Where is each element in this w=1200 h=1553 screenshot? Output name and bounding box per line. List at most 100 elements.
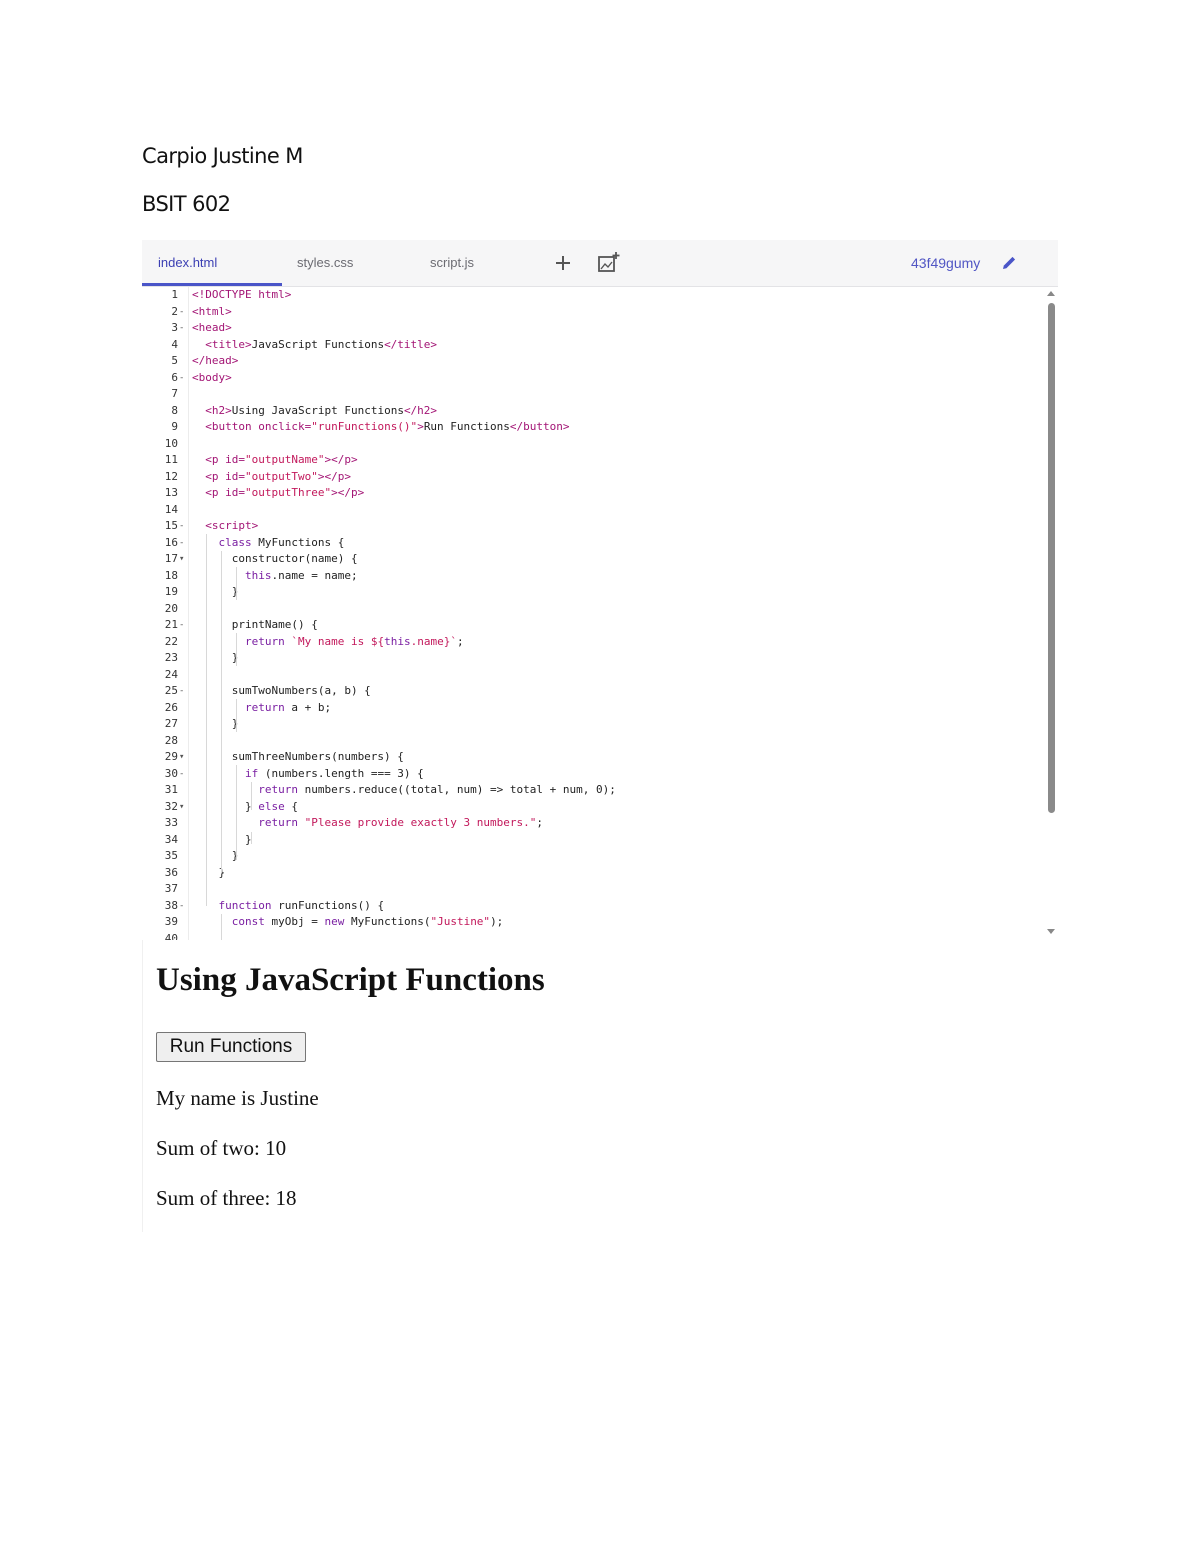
- code-line[interactable]: 39 const myObj = new MyFunctions("Justin…: [142, 914, 1042, 931]
- code-line[interactable]: 10: [142, 436, 1042, 453]
- line-number: 32: [164, 799, 178, 813]
- fold-toggle-icon[interactable]: ▾: [179, 799, 184, 816]
- indent-guide: [251, 832, 252, 844]
- code-line[interactable]: 38- function runFunctions() {: [142, 898, 1042, 915]
- scrollbar-thumb[interactable]: [1048, 303, 1055, 813]
- code-line[interactable]: 22 return `My name is ${this.name}`;: [142, 634, 1042, 651]
- output-two: Sum of two: 10: [156, 1136, 287, 1160]
- fold-toggle-icon[interactable]: -: [179, 766, 184, 783]
- indent-guide: [236, 699, 237, 732]
- fold-toggle-icon[interactable]: ▾: [179, 749, 184, 766]
- line-number: 11: [164, 453, 178, 466]
- tab-script-js[interactable]: script.js: [430, 240, 474, 286]
- plus-icon[interactable]: [550, 250, 576, 276]
- code-line[interactable]: 31 return numbers.reduce((total, num) =>…: [142, 782, 1042, 799]
- code-text: <p id="outputThree"></p>: [205, 486, 365, 499]
- code-line[interactable]: 26 return a + b;: [142, 700, 1042, 717]
- line-number: 9: [171, 420, 178, 433]
- indent-guide: [221, 551, 222, 873]
- fold-toggle-icon[interactable]: -: [179, 370, 184, 387]
- code-line[interactable]: 21- printName() {: [142, 617, 1042, 634]
- line-number: 8: [171, 403, 178, 417]
- code-area[interactable]: 1 <!DOCTYPE html> 2- <html> 3- <head> 4 <title…: [142, 287, 1058, 940]
- code-line[interactable]: 30- if (numbers.length === 3) {: [142, 766, 1042, 783]
- fold-toggle-icon[interactable]: -: [179, 617, 184, 634]
- line-number: 27: [164, 717, 178, 730]
- indent-guide: [206, 534, 207, 906]
- code-line[interactable]: 16- class MyFunctions {: [142, 535, 1042, 552]
- line-number: 36: [164, 865, 178, 879]
- code-line[interactable]: 35 }: [142, 848, 1042, 865]
- line-number: 29: [164, 750, 178, 763]
- code-line[interactable]: 3- <head>: [142, 320, 1042, 337]
- pencil-icon[interactable]: [1000, 254, 1018, 272]
- code-line[interactable]: 32 ▾ } else {: [142, 799, 1042, 816]
- code-line[interactable]: 18 this.name = name;: [142, 568, 1042, 585]
- line-number: 37: [164, 882, 178, 895]
- line-number: 5: [171, 354, 178, 367]
- code-line[interactable]: 7: [142, 386, 1042, 403]
- code-line[interactable]: 8 <h2>Using JavaScript Functions</h2>: [142, 403, 1042, 420]
- code-text: </head>: [192, 354, 239, 367]
- code-line[interactable]: 2- <html>: [142, 304, 1042, 321]
- line-number: 3: [171, 321, 178, 334]
- fold-toggle-icon[interactable]: -: [179, 320, 184, 337]
- code-line[interactable]: 5 </head>: [142, 353, 1042, 370]
- indent-guide: [251, 782, 252, 810]
- code-line[interactable]: 29 ▾ sumThreeNumbers(numbers) {: [142, 749, 1042, 766]
- line-number: 1: [171, 288, 178, 301]
- line-number: 16: [164, 535, 178, 549]
- line-number: 26: [164, 700, 178, 714]
- code-line[interactable]: 34 }: [142, 832, 1042, 849]
- code-line[interactable]: 12 <p id="outputTwo"></p>: [142, 469, 1042, 486]
- fold-toggle-icon[interactable]: -: [179, 535, 184, 552]
- code-editor: index.html styles.css script.js 43f49gum…: [142, 240, 1058, 940]
- code-line[interactable]: 4 <title>JavaScript Functions</title>: [142, 337, 1042, 354]
- indent-guide: [236, 567, 237, 600]
- code-line[interactable]: 20: [142, 601, 1042, 618]
- line-number: 22: [164, 634, 178, 648]
- code-line[interactable]: 36 }: [142, 865, 1042, 882]
- fold-toggle-icon[interactable]: -: [179, 304, 184, 321]
- fold-toggle-icon[interactable]: -: [179, 683, 184, 700]
- code-line[interactable]: 9 <button onclick="runFunctions()">Run F…: [142, 419, 1042, 436]
- line-number: 40: [164, 931, 178, 941]
- preview-pane: Using JavaScript Functions Run Functions…: [142, 940, 1059, 1232]
- code-text: constructor(name) {: [192, 552, 358, 565]
- fold-toggle-icon[interactable]: -: [179, 898, 184, 915]
- code-line[interactable]: 6- <body>: [142, 370, 1042, 387]
- scroll-up-arrow-icon[interactable]: [1047, 291, 1055, 296]
- tab-styles-css[interactable]: styles.css: [297, 240, 353, 286]
- line-number: 14: [164, 502, 178, 516]
- code-line[interactable]: 33 return "Please provide exactly 3 numb…: [142, 815, 1042, 832]
- code-text: sumTwoNumbers(a, b) {: [192, 684, 371, 697]
- project-name[interactable]: 43f49gumy: [911, 240, 980, 286]
- code-line[interactable]: 27 }: [142, 716, 1042, 733]
- line-number: 17: [164, 552, 178, 565]
- fold-toggle-icon[interactable]: ▾: [179, 551, 184, 568]
- code-line[interactable]: 15- <script>: [142, 518, 1042, 535]
- new-file-icon[interactable]: [595, 250, 621, 276]
- code-line[interactable]: 17 ▾ constructor(name) {: [142, 551, 1042, 568]
- code-line[interactable]: 13 <p id="outputThree"></p>: [142, 485, 1042, 502]
- code-line[interactable]: 19 }: [142, 584, 1042, 601]
- code-text: class MyFunctions {: [218, 535, 345, 549]
- code-line[interactable]: 40: [142, 931, 1042, 941]
- editor-scrollbar[interactable]: [1044, 287, 1058, 940]
- scroll-down-arrow-icon[interactable]: [1047, 929, 1055, 934]
- fold-toggle-icon[interactable]: -: [179, 518, 184, 535]
- code-line[interactable]: 37: [142, 881, 1042, 898]
- line-number: 21: [164, 618, 178, 631]
- code-line[interactable]: 14: [142, 502, 1042, 519]
- code-line[interactable]: 11 <p id="outputName"></p>: [142, 452, 1042, 469]
- code-line[interactable]: 24: [142, 667, 1042, 684]
- tab-index-html[interactable]: index.html: [158, 240, 217, 286]
- code-line[interactable]: 25- sumTwoNumbers(a, b) {: [142, 683, 1042, 700]
- editor-tab-bar: index.html styles.css script.js 43f49gum…: [142, 240, 1058, 287]
- code-text: this.name = name;: [244, 568, 358, 582]
- code-line[interactable]: 1 <!DOCTYPE html>: [142, 287, 1042, 304]
- code-line[interactable]: 23 }: [142, 650, 1042, 667]
- code-text: <head>: [192, 321, 232, 334]
- code-line[interactable]: 28: [142, 733, 1042, 750]
- run-functions-button[interactable]: Run Functions: [156, 1032, 306, 1062]
